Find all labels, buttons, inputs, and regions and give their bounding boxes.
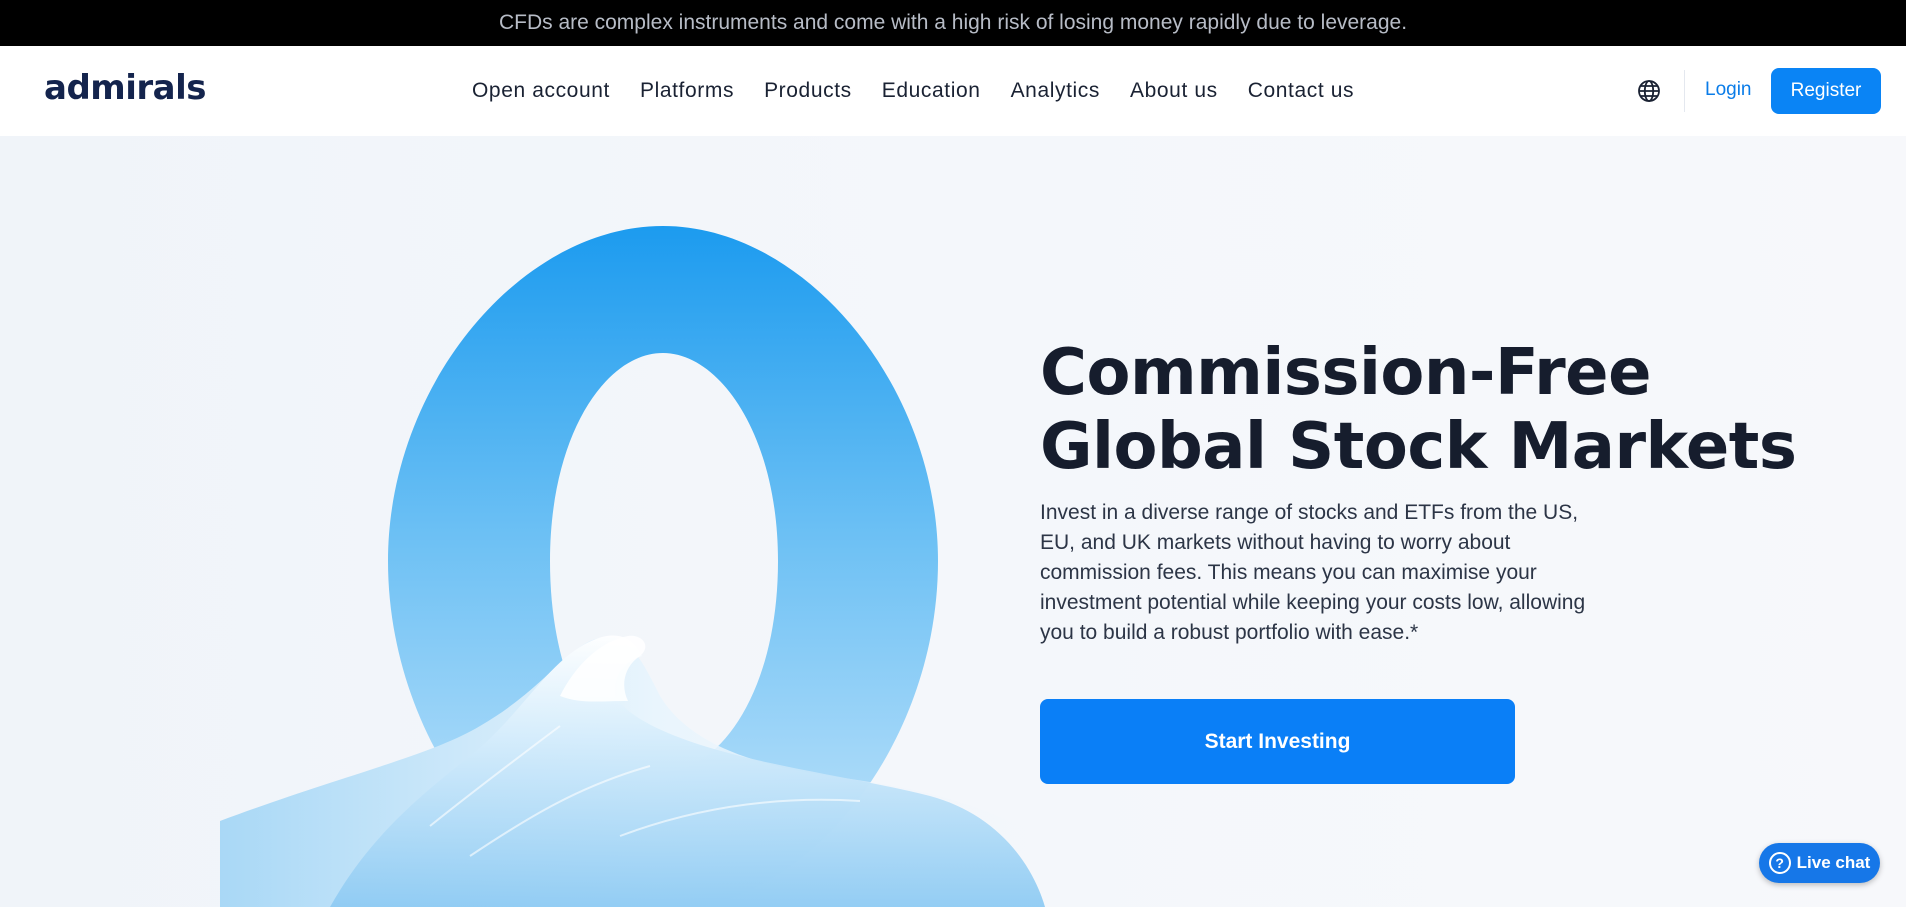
nav-divider xyxy=(1684,70,1685,112)
nav-education[interactable]: Education xyxy=(882,79,981,103)
nav-platforms[interactable]: Platforms xyxy=(640,79,734,103)
nav-about-us[interactable]: About us xyxy=(1130,79,1218,103)
hero-section: Commission-Free Global Stock Markets Inv… xyxy=(0,136,1906,907)
top-navigation: admirals Open account Platforms Products… xyxy=(0,46,1906,136)
zero-wave-graphic xyxy=(220,226,1090,907)
help-circle-icon: ? xyxy=(1768,852,1791,874)
admirals-logo[interactable]: admirals xyxy=(44,68,206,108)
nav-analytics[interactable]: Analytics xyxy=(1011,79,1100,103)
login-link[interactable]: Login xyxy=(1705,79,1752,101)
hero-title-line2: Global Stock Markets xyxy=(1040,410,1797,484)
live-chat-button[interactable]: ? Live chat xyxy=(1759,843,1880,883)
start-investing-button[interactable]: Start Investing xyxy=(1040,699,1515,784)
nav-contact-us[interactable]: Contact us xyxy=(1248,79,1354,103)
globe-icon[interactable] xyxy=(1637,79,1661,103)
nav-products[interactable]: Products xyxy=(764,79,852,103)
main-nav: Open account Platforms Products Educatio… xyxy=(472,46,1384,136)
register-button[interactable]: Register xyxy=(1771,68,1881,114)
hero-title-line1: Commission-Free xyxy=(1040,336,1651,410)
risk-warning-bar: CFDs are complex instruments and come wi… xyxy=(0,0,1906,46)
live-chat-label: Live chat xyxy=(1796,853,1871,872)
nav-open-account[interactable]: Open account xyxy=(472,79,610,103)
risk-warning-text: CFDs are complex instruments and come wi… xyxy=(498,11,1408,34)
hero-title: Commission-Free Global Stock Markets xyxy=(1040,336,1860,484)
hero-description: Invest in a diverse range of stocks and … xyxy=(1040,501,1586,644)
